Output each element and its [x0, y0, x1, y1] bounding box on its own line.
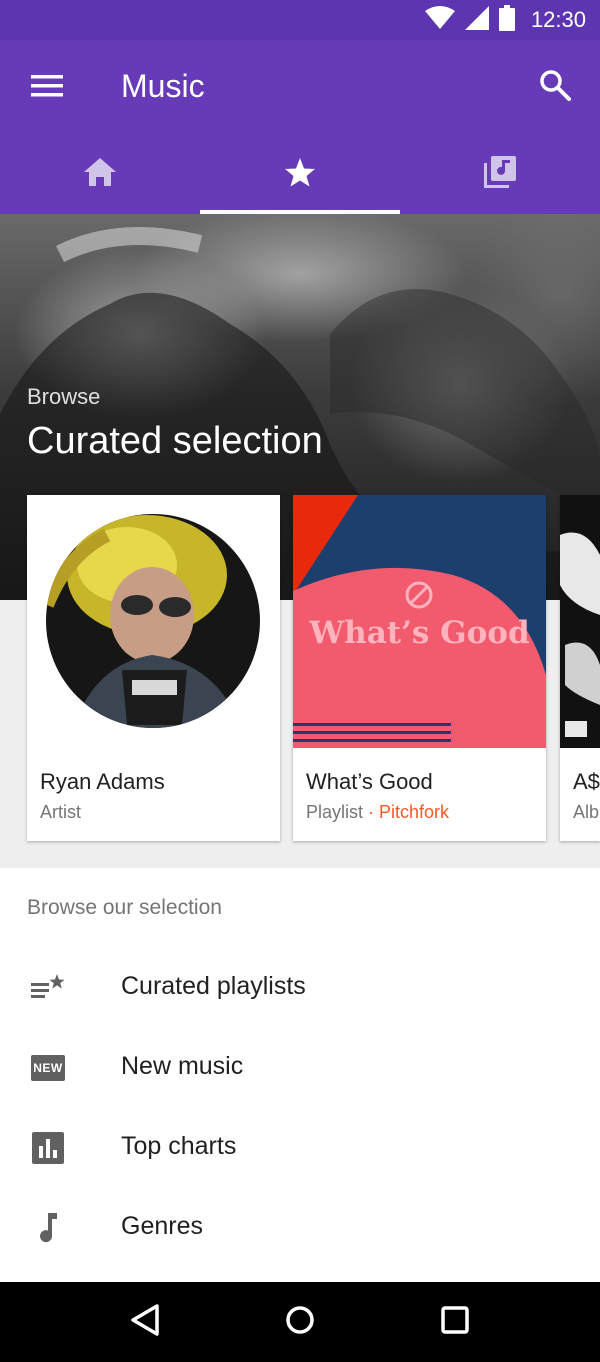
list-item-label: Genres: [121, 1212, 203, 1240]
star-icon: [284, 157, 316, 192]
hamburger-menu-icon: [31, 74, 63, 102]
list-item-genres[interactable]: Genres: [0, 1188, 600, 1268]
card-title: A$: [573, 769, 600, 794]
home-icon: [83, 157, 117, 192]
playlist-star-icon: [28, 968, 68, 1008]
home-circle-icon: [285, 1305, 315, 1340]
hero-title: Curated selection: [27, 420, 323, 462]
app-title: Music: [121, 68, 205, 104]
card-album[interactable]: A$ Alb: [560, 495, 600, 841]
card-subtitle: Alb: [573, 802, 600, 822]
new-badge: NEW: [31, 1055, 65, 1081]
system-nav-bar: [0, 1282, 600, 1362]
status-bar: 12:30: [0, 0, 600, 40]
card-type: Playlist: [306, 802, 364, 822]
battery-icon: [498, 4, 515, 36]
signal-icon: [464, 5, 489, 35]
list-item-label: Curated playlists: [121, 972, 306, 1000]
toolbar: Music: [0, 40, 600, 134]
search-button[interactable]: [532, 64, 578, 110]
new-badge-icon: NEW: [28, 1048, 68, 1088]
tab-home[interactable]: [0, 134, 200, 214]
music-note-icon: [28, 1208, 68, 1248]
nav-home-button[interactable]: [270, 1292, 330, 1352]
card-subtitle: Artist: [40, 802, 82, 822]
search-icon: [539, 69, 571, 106]
status-time: 12:30: [530, 7, 586, 32]
section-header: Browse our selection: [27, 896, 222, 919]
card-artwork: [560, 495, 600, 748]
browse-section: Browse our selection Curated playlists N…: [0, 868, 600, 1282]
card-artwork: What’s Good: [293, 495, 546, 748]
back-triangle-icon: [129, 1303, 161, 1342]
artist-photo: [46, 514, 260, 728]
card-title: What’s Good: [306, 769, 433, 794]
card-title: Ryan Adams: [40, 769, 165, 794]
card-subtitle: Playlist · Pitchfork: [306, 802, 449, 823]
album-cover: [560, 495, 600, 748]
recents-square-icon: [440, 1305, 469, 1339]
playlist-cover-text: What’s Good: [309, 615, 530, 651]
hero-eyebrow: Browse: [27, 384, 101, 409]
list-item-new-music[interactable]: NEW New music: [0, 1028, 600, 1108]
list-item-label: Top charts: [121, 1132, 237, 1160]
list-item-curated-playlists[interactable]: Curated playlists: [0, 948, 600, 1028]
tab-bar: [0, 134, 600, 214]
menu-button[interactable]: [22, 66, 72, 110]
library-music-icon: [483, 155, 517, 194]
card-playlist[interactable]: What’s Good What’s Good Playlist · Pitch…: [293, 495, 546, 841]
separator-dot: ·: [368, 802, 380, 822]
app-bar: Music: [0, 40, 600, 214]
nav-back-button[interactable]: [115, 1292, 175, 1352]
tab-curated[interactable]: [200, 134, 400, 214]
tab-library[interactable]: [400, 134, 600, 214]
wifi-icon: [424, 5, 455, 35]
bar-chart-icon: [28, 1128, 68, 1168]
card-artwork: [27, 495, 280, 748]
list-item-label: New music: [121, 1052, 244, 1080]
card-artist[interactable]: Ryan Adams Artist: [27, 495, 280, 841]
nav-recents-button[interactable]: [425, 1292, 485, 1352]
card-source: Pitchfork: [379, 802, 450, 822]
list-item-top-charts[interactable]: Top charts: [0, 1108, 600, 1188]
